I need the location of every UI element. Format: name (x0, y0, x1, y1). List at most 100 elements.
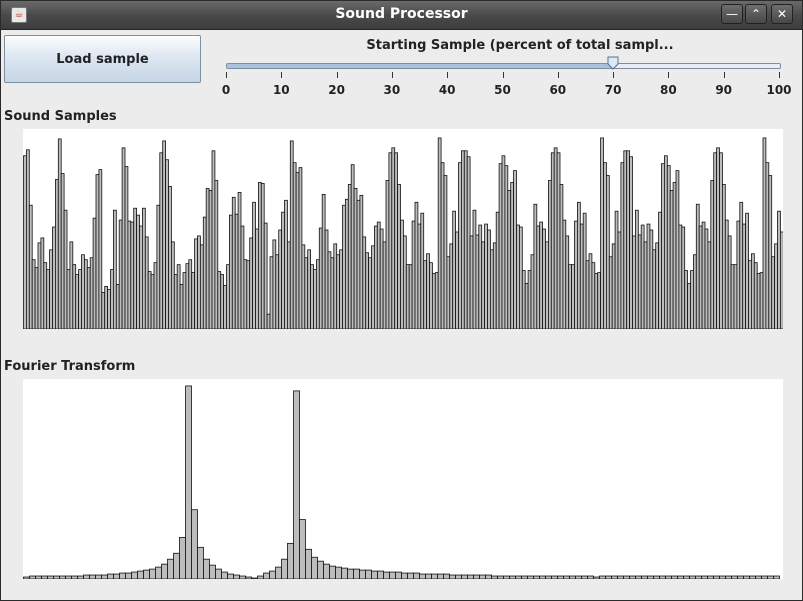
chart-bar (495, 211, 500, 329)
chart-bar (382, 241, 387, 329)
chart-bar (278, 229, 282, 329)
title-bar[interactable]: ☕ Sound Processor — ⌃ ✕ (1, 1, 802, 30)
chart-bar (423, 260, 428, 329)
chart-bar (156, 204, 161, 329)
chart-bar (307, 249, 312, 329)
chart-bar (569, 575, 576, 579)
chart-bar (497, 575, 504, 579)
app-window: ☕ Sound Processor — ⌃ ✕ Load sample Star… (0, 0, 803, 601)
chart-bar (304, 257, 309, 329)
chart-bar (458, 162, 462, 329)
chart-bar (95, 574, 102, 579)
chart-bar (86, 267, 91, 329)
chart-bar (315, 259, 320, 329)
chart-bar (487, 229, 491, 329)
slider-tick-label: 20 (328, 83, 345, 97)
chart-bar (550, 152, 555, 329)
chart-bar (139, 225, 143, 329)
chart-bar (780, 231, 783, 329)
chart-bar (614, 210, 619, 329)
chart-bar (533, 203, 538, 329)
chart-bar (246, 260, 251, 329)
chart-bar (565, 235, 570, 329)
chart-bar (167, 558, 174, 579)
chart-bar (640, 224, 645, 329)
chart-bar (104, 286, 108, 329)
chart-bar (407, 572, 414, 579)
chart-bar (689, 575, 696, 579)
chart-bar (197, 235, 201, 329)
chart-bar (121, 147, 126, 329)
chart-bar (215, 568, 222, 579)
chart-bar (263, 222, 268, 329)
chart-bar (484, 223, 488, 329)
chart-bar (327, 251, 332, 329)
chart-bar (53, 575, 60, 579)
minimize-icon[interactable]: — (721, 4, 743, 24)
load-sample-button[interactable]: Load sample (4, 35, 201, 83)
chart-bar (467, 574, 474, 579)
chart-bar (72, 264, 77, 329)
chart-bar (147, 271, 152, 329)
chart-bar (743, 575, 750, 579)
chart-bar (666, 165, 671, 329)
chart-bar (34, 267, 39, 329)
chart-bar (527, 575, 534, 579)
chart-bar (687, 283, 691, 329)
chart-bar (356, 199, 361, 329)
chart-bar (40, 237, 45, 329)
chart-bar (646, 223, 651, 329)
sound-samples-title: Sound Samples (4, 109, 117, 124)
slider-tick-label: 40 (438, 83, 456, 97)
chart-bar (330, 257, 335, 329)
chart-bar (417, 223, 422, 329)
chart-bar (736, 220, 741, 329)
chart-bar (637, 234, 642, 329)
chart-bar (59, 575, 66, 579)
start-sample-slider[interactable] (226, 63, 781, 69)
chart-bar (77, 575, 84, 579)
chart-bar (115, 284, 120, 329)
chart-bar (669, 190, 674, 329)
chart-bar (671, 575, 678, 579)
chart-bar (713, 575, 720, 579)
chart-bar (748, 260, 752, 329)
chart-bar (426, 253, 430, 329)
slider-fill (227, 64, 615, 68)
chart-bar (597, 272, 602, 329)
chart-bar (257, 575, 264, 579)
chart-bar (389, 571, 396, 579)
slider-thumb[interactable] (607, 56, 619, 70)
chart-bar (751, 253, 755, 329)
chart-bar (83, 574, 90, 579)
chart-bar (755, 575, 762, 579)
chart-bar (231, 196, 236, 329)
load-sample-label: Load sample (56, 51, 149, 67)
chart-bar (383, 571, 390, 579)
chart-bar (446, 256, 451, 329)
chart-bar (632, 235, 636, 329)
chart-bar (585, 260, 590, 329)
chart-bar (143, 569, 150, 579)
chart-bar (553, 147, 558, 329)
chart-bar (191, 272, 195, 329)
chart-bar (395, 571, 402, 579)
chart-bar (504, 165, 509, 329)
chart-bar (593, 576, 600, 579)
chart-bar (199, 244, 204, 329)
chart-bar (191, 509, 198, 579)
chart-bar (641, 575, 648, 579)
chart-bar (353, 188, 358, 329)
maximize-icon[interactable]: ⌃ (745, 4, 767, 24)
chart-bar (113, 573, 120, 579)
chart-bar (101, 574, 108, 579)
chart-bar (530, 254, 535, 329)
window-title: Sound Processor (335, 6, 468, 22)
chart-bar (690, 270, 694, 329)
chart-bar (295, 172, 300, 329)
chart-bar (695, 575, 702, 579)
chart-bar (266, 313, 271, 329)
close-icon[interactable]: ✕ (771, 4, 793, 24)
chart-bar (133, 207, 137, 329)
chart-bar (429, 262, 433, 329)
